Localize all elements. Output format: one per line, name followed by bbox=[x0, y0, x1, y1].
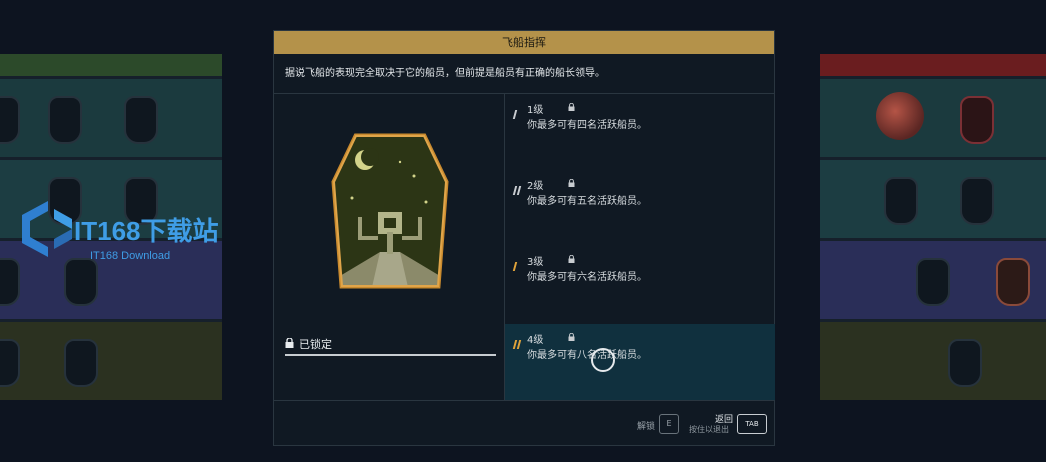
cursor-icon bbox=[591, 348, 615, 372]
lock-icon bbox=[285, 338, 294, 348]
tier-level: 1级 bbox=[527, 105, 544, 116]
tier-item-1[interactable]: 1级 你最多可有四名活跃船员。 bbox=[505, 94, 775, 170]
dialog-body: 已锁定 1级 你最多可有四名活跃船员。 2级 你最多可有五名活跃船员。 3级 你… bbox=[274, 94, 775, 400]
unlock-key-button[interactable]: E bbox=[659, 414, 679, 434]
tier-level: 2级 bbox=[527, 181, 544, 192]
right-panel-header-bar bbox=[820, 54, 1046, 76]
tier-item-4[interactable]: 4级 你最多可有八名活跃船员。 bbox=[505, 324, 775, 400]
tier-rank-marker bbox=[512, 104, 518, 119]
octopus-patch-icon bbox=[876, 92, 924, 140]
tier-rank-marker bbox=[512, 180, 522, 195]
left-panel-header-bar bbox=[0, 54, 222, 76]
right-panel-row bbox=[820, 241, 1046, 319]
tier-level: 3级 bbox=[527, 257, 544, 268]
tier-description: 你最多可有六名活跃船员。 bbox=[527, 272, 647, 283]
patch-slot bbox=[124, 96, 158, 144]
right-panel-row bbox=[820, 322, 1046, 400]
lock-icon bbox=[568, 103, 575, 111]
watermark-title: IT168下载站 bbox=[74, 216, 219, 246]
right-background-panel bbox=[820, 54, 1046, 400]
left-panel-row bbox=[0, 79, 222, 157]
patch-slot bbox=[0, 339, 20, 387]
dialog-title: 飞船指挥 bbox=[274, 31, 774, 54]
tier-description: 你最多可有八名活跃船员。 bbox=[527, 350, 647, 361]
tier-rank-marker bbox=[512, 334, 522, 349]
back-hint: 按住以退出 bbox=[689, 425, 729, 434]
dialog-footer: 解锁 E 返回 按住以退出 TAB bbox=[274, 400, 774, 446]
tier-level: 4级 bbox=[527, 335, 544, 346]
patch-slot bbox=[916, 258, 950, 306]
ship-command-dialog: 飞船指挥 据说飞船的表现完全取决于它的船员，但前提是船员有正确的船长领导。 已锁… bbox=[273, 30, 775, 446]
tier-description: 你最多可有五名活跃船员。 bbox=[527, 196, 647, 207]
watermark-logo-icon bbox=[22, 201, 72, 257]
lock-icon bbox=[568, 255, 575, 263]
back-key-button[interactable]: TAB bbox=[737, 414, 767, 434]
watermark-subtitle: IT168 Download bbox=[90, 250, 171, 262]
sword-patch-icon bbox=[960, 96, 994, 144]
patch-slot bbox=[960, 177, 994, 225]
tier-rank-marker bbox=[512, 256, 518, 271]
patch-slot bbox=[48, 96, 82, 144]
right-panel-row bbox=[820, 160, 1046, 238]
lock-status: 已锁定 bbox=[285, 334, 496, 360]
badge-pane: 已锁定 bbox=[274, 94, 504, 400]
tier-list: 1级 你最多可有四名活跃船员。 2级 你最多可有五名活跃船员。 3级 你最多可有… bbox=[504, 94, 775, 400]
unlock-label: 解锁 bbox=[637, 422, 656, 432]
patch-slot bbox=[884, 177, 918, 225]
lock-icon bbox=[568, 333, 575, 341]
ship-command-badge-icon bbox=[331, 133, 449, 289]
lock-progress-bar bbox=[285, 354, 496, 356]
dialog-description: 据说飞船的表现完全取决于它的船员，但前提是船员有正确的船长领导。 bbox=[274, 54, 774, 94]
left-panel-row bbox=[0, 322, 222, 400]
lock-icon bbox=[568, 179, 575, 187]
lock-status-label: 已锁定 bbox=[299, 338, 332, 351]
bullets-patch-icon bbox=[996, 258, 1030, 306]
patch-slot bbox=[64, 339, 98, 387]
patch-slot bbox=[948, 339, 982, 387]
watermark: IT168下载站 IT168 Download bbox=[14, 193, 244, 268]
tier-description: 你最多可有四名活跃船员。 bbox=[527, 120, 647, 131]
tier-item-3[interactable]: 3级 你最多可有六名活跃船员。 bbox=[505, 246, 775, 322]
patch-slot bbox=[0, 96, 20, 144]
right-panel-row bbox=[820, 79, 1046, 157]
tier-item-2[interactable]: 2级 你最多可有五名活跃船员。 bbox=[505, 170, 775, 246]
